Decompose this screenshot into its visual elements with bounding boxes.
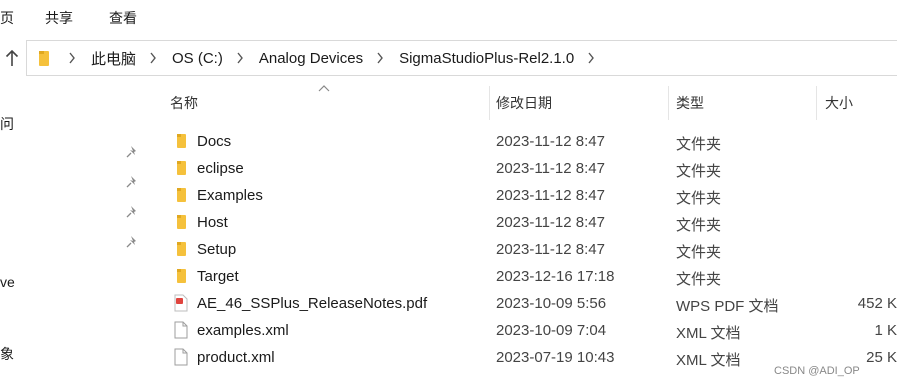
pin-icon[interactable] bbox=[126, 175, 140, 189]
file-row[interactable]: Docs 2023-11-12 8:47 文件夹 bbox=[160, 128, 897, 155]
file-name: Docs bbox=[197, 133, 232, 150]
tab-page[interactable]: 页 bbox=[0, 8, 14, 28]
file-name: Target bbox=[197, 268, 239, 285]
file-name: Host bbox=[197, 214, 228, 231]
file-type: XML 文档 bbox=[676, 325, 741, 342]
breadcrumb-sigmastudio[interactable]: SigmaStudioPlus-Rel2.1.0 bbox=[391, 50, 580, 67]
pin-icon[interactable] bbox=[126, 235, 140, 249]
file-date: 2023-10-09 5:56 bbox=[496, 295, 607, 312]
watermark: CSDN @ADI_OP bbox=[774, 365, 860, 377]
chevron-right-icon[interactable] bbox=[142, 52, 164, 64]
column-divider[interactable] bbox=[816, 86, 817, 120]
address-bar[interactable]: 此电脑 OS (C:) Analog Devices SigmaStudioPl… bbox=[26, 40, 897, 76]
file-name: AE_46_SSPlus_ReleaseNotes.pdf bbox=[197, 295, 428, 312]
xml-file-icon bbox=[172, 348, 190, 366]
file-date: 2023-10-09 7:04 bbox=[496, 322, 607, 339]
tab-view[interactable]: 查看 bbox=[109, 8, 137, 28]
file-date: 2023-12-16 17:18 bbox=[496, 268, 615, 285]
file-row[interactable]: Host 2023-11-12 8:47 文件夹 bbox=[160, 209, 897, 236]
file-name: examples.xml bbox=[197, 322, 289, 339]
ribbon: 页 共享 查看 bbox=[0, 0, 897, 34]
sort-ascending-icon bbox=[318, 85, 330, 92]
chevron-right-icon[interactable] bbox=[369, 52, 391, 64]
tab-share[interactable]: 共享 bbox=[45, 8, 73, 28]
file-type: 文件夹 bbox=[676, 244, 722, 261]
file-name: eclipse bbox=[197, 160, 244, 177]
chevron-right-icon[interactable] bbox=[61, 52, 83, 64]
file-row[interactable]: Target 2023-12-16 17:18 文件夹 bbox=[160, 263, 897, 290]
file-size: 25 K bbox=[866, 349, 897, 366]
nav-item[interactable]: 问 bbox=[0, 114, 14, 134]
file-row[interactable]: examples.xml 2023-10-09 7:04 XML 文档 1 K bbox=[160, 317, 897, 344]
folder-icon bbox=[172, 132, 190, 150]
pin-icon[interactable] bbox=[126, 145, 140, 159]
file-date: 2023-07-19 10:43 bbox=[496, 349, 615, 366]
breadcrumb-analog-devices[interactable]: Analog Devices bbox=[251, 50, 369, 67]
breadcrumb: 此电脑 OS (C:) Analog Devices SigmaStudioPl… bbox=[27, 41, 602, 75]
file-type: 文件夹 bbox=[676, 190, 722, 207]
column-header-name[interactable]: 名称 bbox=[170, 86, 198, 120]
breadcrumb-this-pc[interactable]: 此电脑 bbox=[83, 48, 142, 69]
folder-icon bbox=[172, 267, 190, 285]
chevron-right-icon[interactable] bbox=[229, 52, 251, 64]
file-type: WPS PDF 文档 bbox=[676, 298, 779, 315]
up-button[interactable] bbox=[2, 46, 22, 70]
file-row[interactable]: AE_46_SSPlus_ReleaseNotes.pdf 2023-10-09 … bbox=[160, 290, 897, 317]
file-type: XML 文档 bbox=[676, 352, 741, 369]
column-divider[interactable] bbox=[668, 86, 669, 120]
navigation-pane: 问 ve 象 bbox=[0, 84, 148, 387]
column-header-type[interactable]: 类型 bbox=[676, 86, 704, 120]
folder-icon bbox=[33, 48, 55, 68]
file-date: 2023-11-12 8:47 bbox=[496, 214, 605, 231]
arrow-up-icon bbox=[5, 49, 19, 66]
file-type: 文件夹 bbox=[676, 217, 722, 234]
xml-file-icon bbox=[172, 321, 190, 339]
file-date: 2023-11-12 8:47 bbox=[496, 160, 605, 177]
file-type: 文件夹 bbox=[676, 271, 722, 288]
column-header-date[interactable]: 修改日期 bbox=[496, 86, 552, 120]
breadcrumb-drive[interactable]: OS (C:) bbox=[164, 50, 229, 67]
file-date: 2023-11-12 8:47 bbox=[496, 187, 605, 204]
folder-icon bbox=[172, 213, 190, 231]
file-size: 1 K bbox=[874, 322, 897, 339]
pin-icon[interactable] bbox=[126, 205, 140, 219]
file-name: Examples bbox=[197, 187, 263, 204]
nav-item[interactable]: 象 bbox=[0, 344, 14, 364]
file-name: product.xml bbox=[197, 349, 275, 366]
file-date: 2023-11-12 8:47 bbox=[496, 133, 605, 150]
file-date: 2023-11-12 8:47 bbox=[496, 241, 605, 258]
chevron-right-icon[interactable] bbox=[580, 52, 602, 64]
file-type: 文件夹 bbox=[676, 163, 722, 180]
folder-icon bbox=[172, 186, 190, 204]
folder-icon bbox=[172, 240, 190, 258]
pdf-icon bbox=[172, 294, 190, 312]
file-name: Setup bbox=[197, 241, 237, 258]
file-row[interactable]: Examples 2023-11-12 8:47 文件夹 bbox=[160, 182, 897, 209]
file-row[interactable]: eclipse 2023-11-12 8:47 文件夹 bbox=[160, 155, 897, 182]
file-size: 452 K bbox=[857, 295, 897, 312]
file-type: 文件夹 bbox=[676, 136, 722, 153]
column-header-size[interactable]: 大小 bbox=[825, 86, 853, 120]
file-row[interactable]: Setup 2023-11-12 8:47 文件夹 bbox=[160, 236, 897, 263]
nav-item[interactable]: ve bbox=[0, 274, 15, 290]
column-divider[interactable] bbox=[489, 86, 490, 120]
folder-icon bbox=[172, 159, 190, 177]
